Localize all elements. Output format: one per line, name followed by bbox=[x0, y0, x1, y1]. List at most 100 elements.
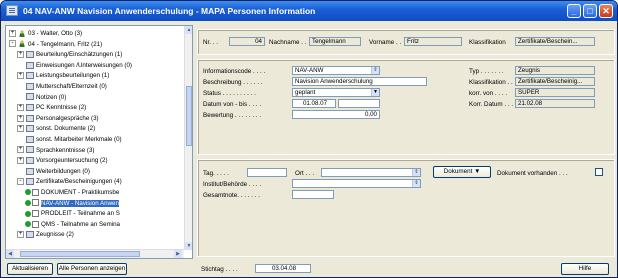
tree-item[interactable]: + Beurteilung/Einschätzungen (1) bbox=[17, 50, 122, 59]
expand-icon[interactable]: + bbox=[17, 114, 24, 122]
scroll-up-arrow-icon[interactable]: ▲ bbox=[185, 26, 192, 34]
folder-icon bbox=[26, 178, 34, 186]
document-icon bbox=[32, 220, 39, 228]
application-window: 04 NAV-ANW Navision Anwenderschulung - M… bbox=[0, 0, 618, 278]
status-label: Status . . . . . . . . . . bbox=[203, 90, 256, 97]
expand-icon[interactable]: + bbox=[17, 104, 24, 112]
ort-label: Ort . . . bbox=[295, 170, 315, 177]
alle-personen-button[interactable]: Alle Personen anzeigen bbox=[57, 263, 127, 275]
status-dot-icon bbox=[25, 210, 31, 217]
tree-item[interactable]: Weiterbildungen (0) bbox=[17, 167, 90, 176]
tree-item[interactable]: - Zertifikate/Bescheinigungen (4) bbox=[17, 177, 122, 186]
institut-label: Institut/Behörde . . . . bbox=[203, 181, 262, 188]
window-title: 04 NAV-ANW Navision Anwenderschulung - M… bbox=[23, 6, 316, 16]
collapse-icon[interactable]: - bbox=[17, 178, 24, 186]
tree-item[interactable]: + Vorsorgeuntersuchung (2) bbox=[17, 156, 108, 165]
tag-field[interactable] bbox=[247, 168, 287, 177]
dokument-vorhanden-label: Dokument vorhanden . . . bbox=[497, 170, 568, 177]
lookup-arrow-icon[interactable]: ⇧ bbox=[412, 169, 420, 176]
tree-vertical-scrollbar[interactable]: ▲ ▼ bbox=[184, 26, 192, 250]
ort-field[interactable]: ⇧ bbox=[321, 168, 421, 177]
korr-von-label: korr. von . . . . bbox=[469, 90, 508, 97]
tree-item[interactable]: NAV-ANW - Navision Anwen bbox=[25, 199, 119, 208]
tree-item[interactable]: Einweisungen /Unterweisungen (0) bbox=[17, 61, 132, 70]
status-dot-icon bbox=[25, 199, 31, 206]
scroll-right-arrow-icon[interactable]: ▶ bbox=[174, 250, 182, 258]
folder-icon bbox=[26, 104, 34, 112]
status-dropdown[interactable]: geplant ▼ bbox=[292, 88, 380, 97]
tree-item[interactable]: DOKUMENT - Praktikumsbe bbox=[25, 188, 119, 197]
gesamtnote-field[interactable] bbox=[292, 190, 334, 199]
lookup-arrow-icon[interactable]: ⇧ bbox=[371, 67, 379, 74]
stichtag-field[interactable]: 03.04.08 bbox=[255, 264, 311, 273]
beschreibung-field[interactable]: Navision Anwenderschulung bbox=[292, 77, 427, 86]
hilfe-button[interactable]: Hilfe bbox=[561, 263, 609, 275]
lookup-arrow-icon[interactable]: ⇧ bbox=[412, 180, 420, 187]
tree-item-label: Vorsorgeuntersuchung (2) bbox=[36, 157, 108, 165]
title-bar[interactable]: 04 NAV-ANW Navision Anwenderschulung - M… bbox=[1, 1, 617, 21]
tree-item[interactable]: + PC Kenntnisse (2) bbox=[17, 103, 86, 112]
tree-item-label: Mutterschaft/Elternzeit (0) bbox=[36, 83, 107, 90]
status-dot-icon bbox=[25, 221, 31, 228]
tree-item[interactable]: +03 - Walter, Otto (3) bbox=[9, 29, 82, 38]
nachname-field: Tengelmann bbox=[309, 37, 361, 46]
dokument-vorhanden-checkbox[interactable] bbox=[595, 168, 603, 176]
beschreibung-label: Beschreibung . . . . . . bbox=[203, 79, 263, 86]
tree-item-label: NAV-ANW - Navision Anwen bbox=[41, 199, 119, 207]
folder-icon bbox=[26, 157, 34, 165]
tree-item[interactable]: QMS - Teilnahme an Semina bbox=[25, 220, 120, 229]
typ-field: Zeugnis bbox=[515, 66, 595, 75]
expand-icon[interactable]: + bbox=[17, 125, 24, 133]
chevron-down-icon: ▼ bbox=[474, 168, 481, 175]
scroll-down-arrow-icon[interactable]: ▼ bbox=[185, 242, 192, 250]
expand-icon[interactable]: + bbox=[17, 157, 24, 165]
chevron-down-icon[interactable]: ▼ bbox=[371, 89, 379, 96]
korr-datum-field: 21.02.08 bbox=[515, 99, 595, 108]
tree-item-label: DOKUMENT - Praktikumsbe bbox=[41, 189, 120, 196]
expand-icon[interactable]: + bbox=[9, 29, 16, 37]
datum-von-field[interactable]: 01.08.07 bbox=[292, 99, 336, 108]
expand-icon[interactable]: + bbox=[17, 146, 24, 154]
folder-icon bbox=[26, 135, 34, 143]
vorname-field: Fritz bbox=[404, 37, 462, 46]
nr-field: 04 bbox=[229, 37, 265, 46]
scroll-thumb[interactable] bbox=[20, 251, 140, 257]
folder-icon bbox=[26, 72, 34, 80]
tag-label: Tag. . . . . bbox=[203, 170, 229, 177]
datum-bis-field[interactable] bbox=[338, 99, 380, 108]
tree-item[interactable]: Notizen (0) bbox=[17, 93, 66, 102]
tree-horizontal-scrollbar[interactable]: ◀ ▶ bbox=[6, 249, 184, 258]
collapse-icon[interactable]: - bbox=[9, 40, 16, 48]
nr-label: Nr. . . bbox=[203, 39, 219, 46]
tree-item[interactable]: + Personalgespräche (3) bbox=[17, 114, 99, 123]
tree-item[interactable]: Mutterschaft/Elternzeit (0) bbox=[17, 82, 107, 91]
aktualisieren-button[interactable]: Aktualisieren bbox=[7, 263, 53, 275]
person-tree[interactable]: ▲ ▼ ◀ ▶ +03 - Walter, Otto (3) - 04 - Teng… bbox=[5, 25, 193, 259]
institut-field[interactable]: ⇧ bbox=[292, 179, 421, 188]
close-button[interactable]: ✕ bbox=[599, 4, 613, 18]
tree-item[interactable]: - 04 - Tengelmann, Fritz (21) bbox=[9, 40, 102, 49]
minimize-button[interactable]: _ bbox=[567, 4, 581, 18]
expand-icon[interactable]: + bbox=[17, 231, 24, 239]
tree-item[interactable]: + Sprachkenntnisse (3) bbox=[17, 146, 94, 155]
expand-icon[interactable]: + bbox=[17, 51, 24, 59]
scroll-left-arrow-icon[interactable]: ◀ bbox=[6, 250, 14, 258]
tree-item[interactable]: PRODLEIT - Teilnahme an S bbox=[25, 209, 120, 218]
tree-item[interactable]: + Leistungsbeurteilungen (1) bbox=[17, 71, 109, 80]
korr-datum-label: Korr. Datum . . . bbox=[469, 101, 514, 108]
scroll-thumb[interactable] bbox=[186, 86, 192, 146]
tree-item-label: Zertifikate/Bescheinigungen (4) bbox=[36, 178, 122, 186]
dokument-button[interactable]: Dokument ▼ bbox=[433, 166, 491, 178]
tree-item[interactable]: sonst. Mitarbeiter Merkmale (0) bbox=[17, 135, 122, 144]
expand-icon[interactable]: + bbox=[17, 72, 24, 80]
tree-item[interactable]: + sonst. Dokumente (2) bbox=[17, 124, 95, 133]
folder-icon bbox=[26, 167, 34, 175]
tree-item[interactable]: + Zeugnisse (2) bbox=[17, 230, 74, 239]
infocode-field[interactable]: NAV-ANW ⇧ bbox=[292, 66, 380, 75]
tree-item-label: QMS - Teilnahme an Semina bbox=[41, 220, 120, 228]
tree-item-label: PRODLEIT - Teilnahme an S bbox=[41, 210, 120, 218]
maximize-button[interactable]: □ bbox=[583, 4, 597, 18]
stichtag-label: Stichtag . . . . bbox=[201, 266, 238, 273]
status-dot-icon bbox=[25, 189, 31, 196]
bewertung-field[interactable]: 0,00 bbox=[292, 110, 380, 119]
